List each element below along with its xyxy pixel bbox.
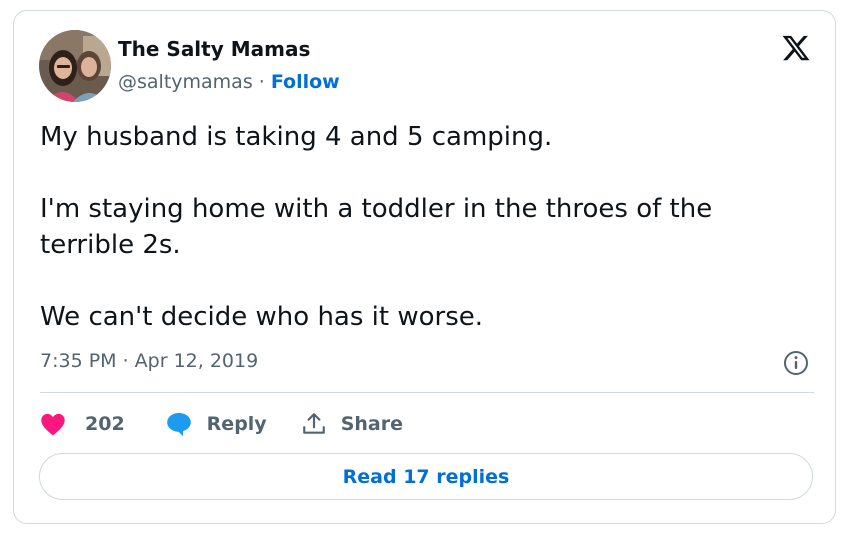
- action-bar: 202 Reply Share: [40, 409, 403, 439]
- like-count: 202: [85, 413, 125, 435]
- display-name[interactable]: The Salty Mamas: [118, 37, 310, 61]
- heart-icon: [41, 413, 65, 436]
- speech-bubble-icon: [166, 413, 191, 436]
- share-upload-icon: [302, 413, 325, 434]
- reply-button[interactable]: Reply: [165, 411, 267, 437]
- tweet-timestamp[interactable]: 7:35 PM · Apr 12, 2019: [40, 350, 258, 372]
- tweet-paragraph: My husband is taking 4 and 5 camping.: [40, 122, 553, 152]
- handle-line: @saltymamas · Follow: [118, 71, 340, 93]
- tweet-paragraph: We can't decide who has it worse.: [40, 302, 484, 332]
- divider: [40, 392, 814, 393]
- share-button[interactable]: Share: [301, 411, 403, 437]
- tweet-embed-card: The Salty Mamas @saltymamas · Follow My …: [13, 10, 836, 524]
- tweet-text: My husband is taking 4 and 5 camping. I'…: [40, 119, 800, 335]
- info-icon[interactable]: [782, 349, 810, 377]
- like-button[interactable]: 202: [40, 412, 125, 436]
- follow-link[interactable]: Follow: [271, 71, 340, 93]
- tweet-paragraph: I'm staying home with a toddler in the t…: [40, 194, 713, 260]
- avatar[interactable]: [39, 30, 111, 102]
- separator-dot: ·: [252, 71, 271, 93]
- reply-label: Reply: [206, 413, 267, 435]
- x-logo-icon[interactable]: [781, 33, 811, 63]
- read-replies-button[interactable]: Read 17 replies: [39, 453, 813, 500]
- user-handle[interactable]: @saltymamas: [118, 71, 253, 93]
- share-label: Share: [340, 413, 403, 435]
